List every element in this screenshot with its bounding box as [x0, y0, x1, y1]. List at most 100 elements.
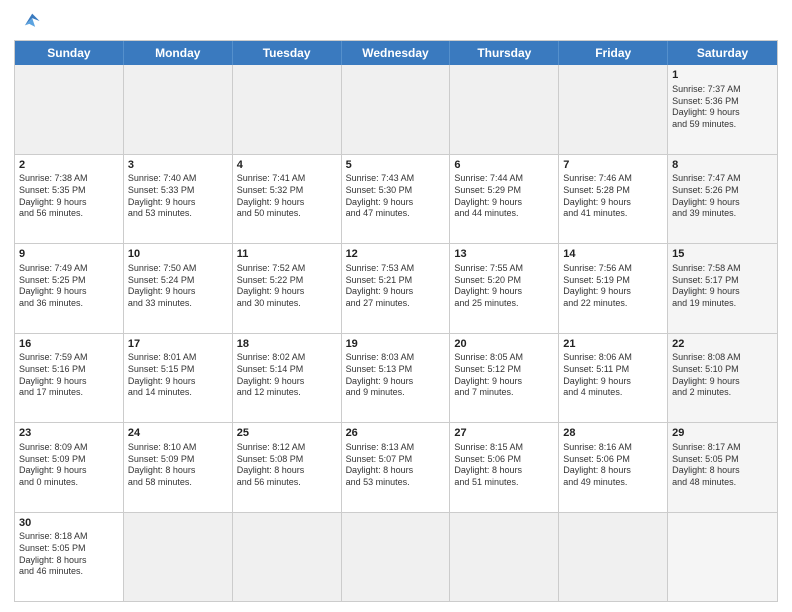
day-info: Sunrise: 7:59 AM Sunset: 5:16 PM Dayligh…: [19, 352, 119, 399]
day-info: Sunrise: 8:09 AM Sunset: 5:09 PM Dayligh…: [19, 442, 119, 489]
calendar-cell: 20Sunrise: 8:05 AM Sunset: 5:12 PM Dayli…: [450, 334, 559, 423]
calendar-cell: 23Sunrise: 8:09 AM Sunset: 5:09 PM Dayli…: [15, 423, 124, 512]
logo-bird-icon: [19, 10, 41, 32]
day-number: 29: [672, 426, 773, 441]
day-number: 3: [128, 158, 228, 173]
day-number: 18: [237, 337, 337, 352]
day-number: 22: [672, 337, 773, 352]
header-day-friday: Friday: [559, 41, 668, 65]
calendar-cell: [342, 513, 451, 602]
day-number: 2: [19, 158, 119, 173]
day-number: 25: [237, 426, 337, 441]
day-number: 24: [128, 426, 228, 441]
day-number: 17: [128, 337, 228, 352]
day-number: 12: [346, 247, 446, 262]
day-info: Sunrise: 7:50 AM Sunset: 5:24 PM Dayligh…: [128, 263, 228, 310]
day-number: 1: [672, 68, 773, 83]
day-number: 30: [19, 516, 119, 531]
calendar-header: SundayMondayTuesdayWednesdayThursdayFrid…: [15, 41, 777, 65]
calendar-cell: [124, 65, 233, 154]
calendar-cell: 14Sunrise: 7:56 AM Sunset: 5:19 PM Dayli…: [559, 244, 668, 333]
calendar-cell: 3Sunrise: 7:40 AM Sunset: 5:33 PM Daylig…: [124, 155, 233, 244]
day-info: Sunrise: 7:53 AM Sunset: 5:21 PM Dayligh…: [346, 263, 446, 310]
calendar-row-2: 9Sunrise: 7:49 AM Sunset: 5:25 PM Daylig…: [15, 243, 777, 333]
day-info: Sunrise: 8:03 AM Sunset: 5:13 PM Dayligh…: [346, 352, 446, 399]
header-day-monday: Monday: [124, 41, 233, 65]
calendar-cell: 15Sunrise: 7:58 AM Sunset: 5:17 PM Dayli…: [668, 244, 777, 333]
day-info: Sunrise: 7:58 AM Sunset: 5:17 PM Dayligh…: [672, 263, 773, 310]
day-info: Sunrise: 7:46 AM Sunset: 5:28 PM Dayligh…: [563, 173, 663, 220]
day-number: 11: [237, 247, 337, 262]
calendar-cell: 1Sunrise: 7:37 AM Sunset: 5:36 PM Daylig…: [668, 65, 777, 154]
day-info: Sunrise: 8:13 AM Sunset: 5:07 PM Dayligh…: [346, 442, 446, 489]
calendar-row-1: 2Sunrise: 7:38 AM Sunset: 5:35 PM Daylig…: [15, 154, 777, 244]
calendar-cell: 10Sunrise: 7:50 AM Sunset: 5:24 PM Dayli…: [124, 244, 233, 333]
day-info: Sunrise: 8:18 AM Sunset: 5:05 PM Dayligh…: [19, 531, 119, 578]
calendar-cell: 8Sunrise: 7:47 AM Sunset: 5:26 PM Daylig…: [668, 155, 777, 244]
day-number: 9: [19, 247, 119, 262]
calendar-body: 1Sunrise: 7:37 AM Sunset: 5:36 PM Daylig…: [15, 65, 777, 601]
calendar-cell: [233, 513, 342, 602]
calendar-cell: 5Sunrise: 7:43 AM Sunset: 5:30 PM Daylig…: [342, 155, 451, 244]
calendar-cell: [450, 513, 559, 602]
day-info: Sunrise: 7:47 AM Sunset: 5:26 PM Dayligh…: [672, 173, 773, 220]
day-info: Sunrise: 8:12 AM Sunset: 5:08 PM Dayligh…: [237, 442, 337, 489]
day-number: 16: [19, 337, 119, 352]
day-info: Sunrise: 8:01 AM Sunset: 5:15 PM Dayligh…: [128, 352, 228, 399]
day-info: Sunrise: 8:16 AM Sunset: 5:06 PM Dayligh…: [563, 442, 663, 489]
day-info: Sunrise: 7:41 AM Sunset: 5:32 PM Dayligh…: [237, 173, 337, 220]
calendar-cell: [15, 65, 124, 154]
day-number: 5: [346, 158, 446, 173]
calendar-cell: [668, 513, 777, 602]
calendar: SundayMondayTuesdayWednesdayThursdayFrid…: [14, 40, 778, 602]
calendar-cell: [450, 65, 559, 154]
day-number: 14: [563, 247, 663, 262]
calendar-cell: 7Sunrise: 7:46 AM Sunset: 5:28 PM Daylig…: [559, 155, 668, 244]
day-info: Sunrise: 7:43 AM Sunset: 5:30 PM Dayligh…: [346, 173, 446, 220]
day-info: Sunrise: 8:15 AM Sunset: 5:06 PM Dayligh…: [454, 442, 554, 489]
day-number: 23: [19, 426, 119, 441]
calendar-cell: 2Sunrise: 7:38 AM Sunset: 5:35 PM Daylig…: [15, 155, 124, 244]
day-number: 7: [563, 158, 663, 173]
header-day-saturday: Saturday: [668, 41, 777, 65]
calendar-cell: 11Sunrise: 7:52 AM Sunset: 5:22 PM Dayli…: [233, 244, 342, 333]
calendar-cell: 25Sunrise: 8:12 AM Sunset: 5:08 PM Dayli…: [233, 423, 342, 512]
calendar-cell: 13Sunrise: 7:55 AM Sunset: 5:20 PM Dayli…: [450, 244, 559, 333]
calendar-cell: 19Sunrise: 8:03 AM Sunset: 5:13 PM Dayli…: [342, 334, 451, 423]
day-info: Sunrise: 7:56 AM Sunset: 5:19 PM Dayligh…: [563, 263, 663, 310]
day-info: Sunrise: 8:10 AM Sunset: 5:09 PM Dayligh…: [128, 442, 228, 489]
header-day-tuesday: Tuesday: [233, 41, 342, 65]
header: [14, 10, 778, 32]
calendar-cell: [342, 65, 451, 154]
calendar-cell: 6Sunrise: 7:44 AM Sunset: 5:29 PM Daylig…: [450, 155, 559, 244]
day-number: 6: [454, 158, 554, 173]
day-number: 27: [454, 426, 554, 441]
day-number: 8: [672, 158, 773, 173]
calendar-cell: 26Sunrise: 8:13 AM Sunset: 5:07 PM Dayli…: [342, 423, 451, 512]
day-number: 15: [672, 247, 773, 262]
day-info: Sunrise: 8:08 AM Sunset: 5:10 PM Dayligh…: [672, 352, 773, 399]
day-info: Sunrise: 7:38 AM Sunset: 5:35 PM Dayligh…: [19, 173, 119, 220]
calendar-cell: 22Sunrise: 8:08 AM Sunset: 5:10 PM Dayli…: [668, 334, 777, 423]
day-number: 21: [563, 337, 663, 352]
calendar-cell: 30Sunrise: 8:18 AM Sunset: 5:05 PM Dayli…: [15, 513, 124, 602]
calendar-cell: 21Sunrise: 8:06 AM Sunset: 5:11 PM Dayli…: [559, 334, 668, 423]
calendar-cell: 9Sunrise: 7:49 AM Sunset: 5:25 PM Daylig…: [15, 244, 124, 333]
day-info: Sunrise: 8:06 AM Sunset: 5:11 PM Dayligh…: [563, 352, 663, 399]
calendar-row-0: 1Sunrise: 7:37 AM Sunset: 5:36 PM Daylig…: [15, 65, 777, 154]
header-day-wednesday: Wednesday: [342, 41, 451, 65]
calendar-row-4: 23Sunrise: 8:09 AM Sunset: 5:09 PM Dayli…: [15, 422, 777, 512]
day-info: Sunrise: 7:44 AM Sunset: 5:29 PM Dayligh…: [454, 173, 554, 220]
day-number: 20: [454, 337, 554, 352]
calendar-cell: 28Sunrise: 8:16 AM Sunset: 5:06 PM Dayli…: [559, 423, 668, 512]
logo-area: [14, 10, 43, 32]
day-info: Sunrise: 8:02 AM Sunset: 5:14 PM Dayligh…: [237, 352, 337, 399]
calendar-cell: 12Sunrise: 7:53 AM Sunset: 5:21 PM Dayli…: [342, 244, 451, 333]
day-info: Sunrise: 7:55 AM Sunset: 5:20 PM Dayligh…: [454, 263, 554, 310]
day-info: Sunrise: 7:52 AM Sunset: 5:22 PM Dayligh…: [237, 263, 337, 310]
calendar-cell: 4Sunrise: 7:41 AM Sunset: 5:32 PM Daylig…: [233, 155, 342, 244]
header-day-sunday: Sunday: [15, 41, 124, 65]
day-number: 4: [237, 158, 337, 173]
day-number: 28: [563, 426, 663, 441]
calendar-cell: 16Sunrise: 7:59 AM Sunset: 5:16 PM Dayli…: [15, 334, 124, 423]
